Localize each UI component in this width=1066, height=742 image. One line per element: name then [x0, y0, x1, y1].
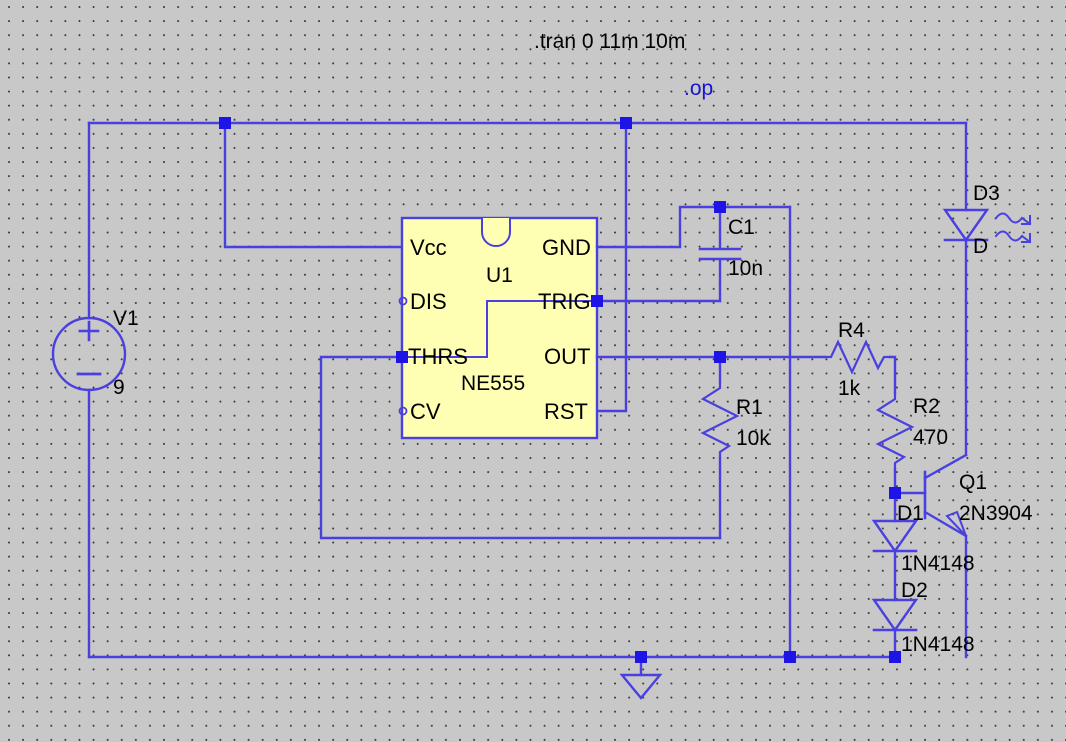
ic-pin-label-gnd: GND [542, 235, 591, 260]
ground-triangle [619, 673, 663, 700]
d2-reference-designator[interactable]: D2 [901, 580, 928, 601]
ic-pin-label-vcc: Vcc [410, 235, 447, 260]
junction-dot [889, 487, 901, 499]
junction-dot [219, 117, 231, 129]
schematic-drawing[interactable] [0, 0, 1066, 742]
resistor-r4-zigzag [823, 339, 892, 375]
junction-dot [714, 201, 726, 213]
directive-op[interactable]: .op [684, 78, 713, 99]
wire-vcc-branch [223, 121, 404, 249]
r4-reference-designator[interactable]: R4 [838, 320, 865, 341]
led-emission-wave-1 [994, 212, 1024, 224]
d1-reference-designator[interactable]: D1 [897, 503, 924, 524]
d1-value[interactable]: 1N4148 [901, 553, 975, 574]
ic-notch [481, 217, 511, 247]
junction-dot [784, 651, 796, 663]
diode-d2-triangle [871, 598, 919, 633]
r2-reference-designator[interactable]: R2 [913, 396, 940, 417]
ic-pin-label-out: OUT [544, 344, 591, 369]
led-emission-wave-2 [994, 230, 1024, 242]
r2-value[interactable]: 470 [913, 427, 948, 448]
junction-dot [591, 295, 603, 307]
schematic-canvas[interactable]: .tran 0 11m 10m .op Vcc DIS THRS CV GND … [0, 0, 1066, 742]
q1-reference-designator[interactable]: Q1 [959, 472, 987, 493]
led-emission-arrow-2 [1020, 233, 1032, 244]
wire-collector-to-r2top [895, 357, 966, 380]
ic-pin-label-dis: DIS [410, 289, 447, 314]
d3-value[interactable]: D [973, 236, 988, 257]
wire-r4-to-r2 [888, 355, 897, 395]
c1-reference-designator[interactable]: C1 [728, 217, 755, 238]
junction-dot [620, 117, 632, 129]
ic-reference-designator[interactable]: U1 [486, 265, 513, 286]
q1-value[interactable]: 2N3904 [959, 503, 1033, 524]
c1-value[interactable]: 10n [728, 258, 763, 279]
r4-value[interactable]: 1k [838, 378, 860, 399]
directive-tran[interactable]: .tran 0 11m 10m [534, 31, 685, 52]
wire-rst-branch [595, 121, 628, 413]
r1-value[interactable]: 10k [736, 428, 770, 449]
v1-reference-designator[interactable]: V1 [113, 308, 139, 329]
d2-value[interactable]: 1N4148 [901, 634, 975, 655]
ic-part-number[interactable]: NE555 [461, 373, 525, 394]
d3-reference-designator[interactable]: D3 [973, 183, 1000, 204]
diode-d1-triangle [871, 519, 919, 554]
v1-value[interactable]: 9 [113, 377, 125, 398]
ic-pin-label-trig: TRIG [538, 289, 591, 314]
ic-pin-label-cv: CV [410, 399, 441, 424]
resistor-r2-zigzag [875, 391, 915, 471]
junction-dot [714, 351, 726, 363]
ic-pin-label-thrs: THRS [408, 344, 468, 369]
voltage-source-plus [78, 320, 100, 342]
junction-dot [889, 651, 901, 663]
junction-dot [396, 351, 408, 363]
led-emission-arrow-1 [1020, 215, 1032, 226]
junction-dot [635, 651, 647, 663]
ic-pin-label-rst: RST [544, 399, 588, 424]
r1-reference-designator[interactable]: R1 [736, 397, 763, 418]
resistor-r1-zigzag [700, 380, 740, 460]
